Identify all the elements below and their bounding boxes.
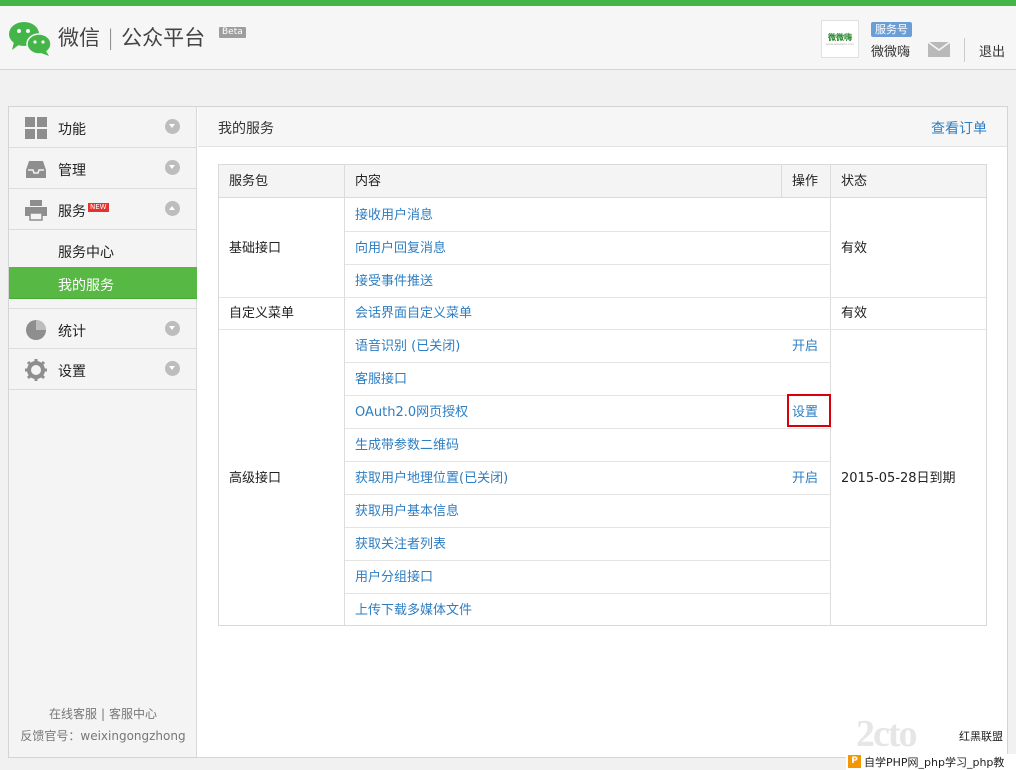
- sidebar-item-label: 统计: [58, 324, 86, 340]
- service-link[interactable]: 获取用户地理位置(已关闭): [355, 471, 508, 486]
- sidebar-subitem-my-services[interactable]: 我的服务: [9, 267, 197, 299]
- row-divider: [345, 461, 831, 462]
- service-link[interactable]: 会话界面自定义菜单: [355, 306, 472, 321]
- chevron-up-icon[interactable]: [165, 201, 180, 216]
- service-link[interactable]: 接收用户消息: [355, 208, 433, 223]
- pie-chart-icon: [26, 320, 46, 340]
- brand-name: 微信: [58, 26, 100, 50]
- view-orders-link[interactable]: 查看订单: [931, 118, 987, 138]
- sidebar-item-manage[interactable]: 管理: [9, 148, 197, 189]
- row-divider: [345, 593, 831, 594]
- status-cell: 有效: [841, 241, 868, 256]
- status-cell: 2015-05-28日到期: [841, 471, 956, 486]
- watermark: 2cto 红黑联盟 P 自学PHP网_php学习_php教: [846, 713, 1016, 770]
- chevron-down-icon[interactable]: [165, 321, 180, 336]
- services-table: 服务包 内容 操作 状态 基础接口 有效 接收用户消息 向用户回复消息 接受事件…: [218, 164, 987, 626]
- grid-icon: [25, 117, 47, 139]
- account-name[interactable]: 微微嗨: [871, 41, 910, 60]
- php-logo-icon: P: [848, 755, 861, 768]
- sidebar-item-services[interactable]: 服务 NEW: [9, 189, 197, 230]
- feedback-account: 反馈官号：weixingongzhong: [20, 729, 186, 743]
- chevron-down-icon[interactable]: [165, 160, 180, 175]
- service-link[interactable]: 上传下载多媒体文件: [355, 603, 472, 618]
- watermark-bottom-text: 自学PHP网_php学习_php教: [864, 756, 1005, 769]
- row-divider: [345, 560, 831, 561]
- sidebar-item-label: 管理: [58, 163, 86, 179]
- account-avatar-text: 微微嗨: [828, 33, 852, 42]
- header: 微信 | 公众平台 Beta 微微嗨 www.weiweihi.com 服务号 微微嗨…: [0, 6, 1016, 70]
- enable-button[interactable]: 开启: [792, 471, 818, 486]
- service-link[interactable]: 语音识别 (已关闭): [355, 339, 460, 354]
- mail-icon[interactable]: [928, 42, 950, 57]
- sidebar: 功能 管理 服务 NEW 服务中心 我的服务 统计 设置 在线客服 | 客服中心…: [9, 107, 197, 757]
- row-divider: [345, 428, 831, 429]
- main-header: 我的服务 查看订单: [198, 107, 1007, 147]
- service-link[interactable]: OAuth2.0网页授权: [355, 405, 468, 420]
- watermark-site-name: 红黑联盟: [959, 730, 1003, 743]
- enable-button[interactable]: 开启: [792, 339, 818, 354]
- package-cell: 自定义菜单: [229, 306, 295, 321]
- sidebar-subitem-service-center[interactable]: 服务中心: [9, 234, 197, 266]
- sidebar-item-label-text: 服务: [58, 204, 86, 220]
- page-title: 我的服务: [218, 121, 274, 137]
- header-divider: [964, 38, 965, 62]
- sidebar-subitem-label: 服务中心: [58, 245, 114, 261]
- watermark-bottom: P 自学PHP网_php学习_php教: [846, 754, 1016, 770]
- account-type-badge: 服务号: [871, 22, 912, 37]
- status-cell: 有效: [841, 306, 868, 321]
- gear-icon: [25, 359, 47, 381]
- service-link[interactable]: 获取用户基本信息: [355, 504, 459, 519]
- beta-badge: Beta: [219, 27, 246, 38]
- column-header-status: 状态: [831, 165, 986, 198]
- content-panel: 功能 管理 服务 NEW 服务中心 我的服务 统计 设置 在线客服 | 客服中心…: [8, 106, 1008, 758]
- package-cell: 高级接口: [229, 471, 282, 486]
- column-header-action: 操作: [782, 165, 831, 198]
- service-link[interactable]: 生成带参数二维码: [355, 438, 459, 453]
- account-avatar-url: www.weiweihi.com: [825, 42, 855, 46]
- row-divider: [345, 362, 831, 363]
- service-link[interactable]: 获取关注者列表: [355, 537, 446, 552]
- sidebar-item-settings[interactable]: 设置: [9, 349, 197, 390]
- main-area: 我的服务 查看订单 服务包 内容 操作 状态 基础接口 有效 接收用户消息 向用…: [198, 107, 1007, 757]
- group-divider: [219, 329, 986, 330]
- row-divider: [345, 494, 831, 495]
- chevron-down-icon[interactable]: [165, 361, 180, 376]
- column-header-content: 内容: [345, 165, 782, 198]
- support-center-link[interactable]: 客服中心: [109, 707, 157, 721]
- column-divider: [781, 165, 782, 198]
- brand-subtitle: 公众平台: [121, 26, 206, 50]
- sidebar-item-statistics[interactable]: 统计: [9, 308, 197, 349]
- footer-link-separator: |: [100, 707, 106, 721]
- inbox-icon: [26, 161, 46, 178]
- sidebar-item-label: 服务 NEW: [58, 201, 109, 221]
- sidebar-item-label: 设置: [58, 364, 86, 380]
- sidebar-item-features[interactable]: 功能: [9, 107, 197, 148]
- service-link[interactable]: 向用户回复消息: [355, 241, 446, 256]
- account-avatar[interactable]: 微微嗨 www.weiweihi.com: [821, 20, 859, 58]
- service-link[interactable]: 用户分组接口: [355, 570, 433, 585]
- row-divider: [345, 264, 831, 265]
- logout-link[interactable]: 退出: [979, 41, 1005, 60]
- row-divider: [345, 395, 831, 396]
- brand-separator: |: [107, 26, 115, 50]
- group-divider: [219, 297, 986, 298]
- brand-title[interactable]: 微信 | 公众平台: [58, 22, 205, 52]
- row-divider: [345, 231, 831, 232]
- watermark-logo: 2cto: [856, 713, 918, 755]
- service-link[interactable]: 客服接口: [355, 372, 407, 387]
- service-link[interactable]: 接受事件推送: [355, 274, 433, 289]
- sidebar-item-label: 功能: [58, 122, 86, 138]
- printer-icon: [25, 200, 47, 221]
- row-divider: [345, 527, 831, 528]
- sidebar-footer-links: 在线客服 | 客服中心: [9, 705, 197, 722]
- wechat-logo-icon: [9, 22, 52, 56]
- sidebar-subitem-label: 我的服务: [58, 278, 114, 294]
- chevron-down-icon[interactable]: [165, 119, 180, 134]
- settings-button[interactable]: 设置: [792, 405, 818, 420]
- online-support-link[interactable]: 在线客服: [49, 707, 97, 721]
- new-badge: NEW: [88, 203, 109, 212]
- column-header-package: 服务包: [219, 165, 345, 198]
- package-cell: 基础接口: [229, 241, 282, 256]
